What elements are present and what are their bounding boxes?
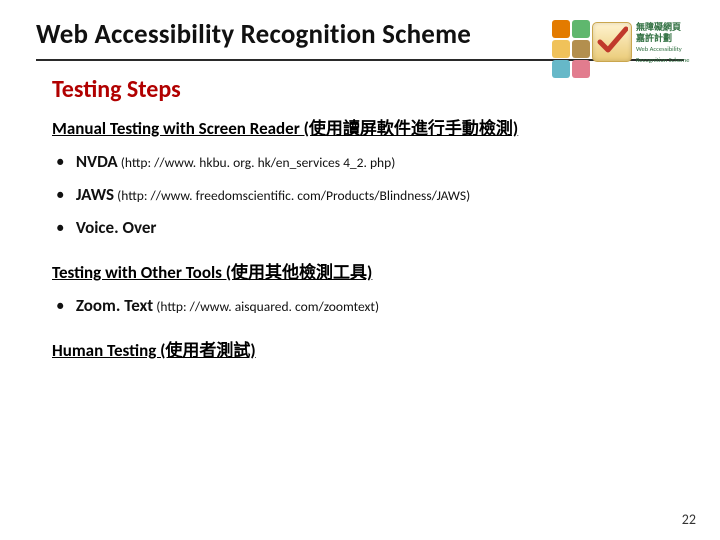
hand-icon — [552, 40, 570, 58]
logo-text: 無障礙網頁 嘉許計劃 Web Accessibility Recognition… — [636, 22, 689, 66]
logo-cn-1: 無障礙網頁 — [636, 22, 689, 33]
logo-cn-2: 嘉許計劃 — [636, 33, 689, 44]
scheme-logo: 無障礙網頁 嘉許計劃 Web Accessibility Recognition… — [552, 6, 700, 80]
content: Testing Steps Manual Testing with Screen… — [0, 61, 720, 361]
list-manual: • NVDA (http: //www. hkbu. org. hk/en_se… — [52, 145, 674, 244]
slide: 無障礙網頁 嘉許計劃 Web Accessibility Recognition… — [0, 0, 720, 540]
list-item: • NVDA (http: //www. hkbu. org. hk/en_se… — [56, 145, 674, 178]
subheading-manual: Manual Testing with Screen Reader (使用讀屏軟… — [52, 114, 674, 139]
brain-icon — [572, 40, 590, 58]
item-name: Zoom. Text — [76, 295, 153, 316]
home-icon — [552, 20, 570, 38]
subheading-human: Human Testing (使用者測試) — [52, 336, 674, 361]
logo-en-2: Recognition Scheme — [636, 55, 689, 66]
item-detail: (http: //www. hkbu. org. hk/en_services … — [118, 154, 396, 171]
list-item: • Zoom. Text (http: //www. aisquared. co… — [56, 289, 674, 322]
checkmark-icon — [592, 22, 632, 62]
eye-icon — [572, 20, 590, 38]
bullet-icon: • — [56, 295, 72, 316]
list-item: • JAWS (http: //www. freedomscientific. … — [56, 178, 674, 211]
item-name: JAWS — [76, 184, 114, 205]
bullet-icon: • — [56, 184, 72, 205]
ear-icon — [552, 60, 570, 78]
page-number: 22 — [682, 511, 696, 528]
bullet-icon: • — [56, 217, 72, 238]
logo-icon-grid — [552, 20, 590, 78]
item-name: NVDA — [76, 151, 118, 172]
item-detail: (http: //www. freedomscientific. com/Pro… — [114, 187, 470, 204]
heart-icon — [572, 60, 590, 78]
list-item: • Voice. Over — [56, 211, 674, 244]
list-other: • Zoom. Text (http: //www. aisquared. co… — [52, 289, 674, 322]
item-name: Voice. Over — [76, 217, 157, 238]
bullet-icon: • — [56, 151, 72, 172]
logo-en-1: Web Accessibility — [636, 44, 689, 55]
item-detail: (http: //www. aisquared. com/zoomtext) — [153, 298, 379, 315]
subheading-other: Testing with Other Tools (使用其他檢測工具) — [52, 258, 674, 283]
